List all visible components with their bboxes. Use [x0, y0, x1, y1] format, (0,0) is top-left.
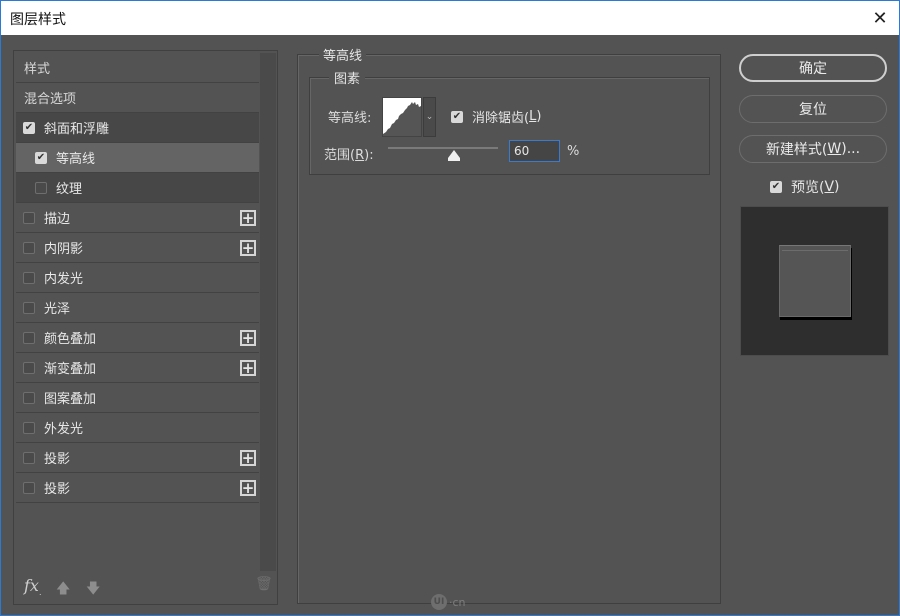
fx-suffix: .: [38, 588, 42, 598]
watermark-logo-icon: UI: [431, 594, 447, 610]
anti-alias-mnemonic: L: [529, 109, 537, 124]
anti-alias-label: 消除锯齿(: [472, 111, 530, 126]
add-effect-plus-icon[interactable]: +: [240, 210, 256, 226]
style-preview-thumbnail: [740, 206, 889, 356]
style-checkbox[interactable]: [23, 391, 35, 404]
new-style-button[interactable]: 新建样式(W)...: [739, 135, 887, 163]
ok-button[interactable]: 确定: [739, 54, 887, 82]
dialog-title: 图层样式: [10, 12, 66, 28]
range-label-text: 范围(: [324, 148, 356, 163]
layer-style-dialog: 图层样式 ✕ 样式混合选项斜面和浮雕等高线纹理描边+内阴影+内发光光泽颜色叠加+…: [0, 0, 900, 616]
new-style-label: 新建样式(: [765, 142, 828, 158]
style-list-item[interactable]: 图案叠加: [16, 383, 259, 413]
style-checkbox[interactable]: [23, 271, 35, 284]
style-item-label: 样式: [24, 62, 51, 77]
preview-label-end: ): [834, 179, 840, 195]
add-effect-plus-icon[interactable]: +: [240, 330, 256, 346]
preview-checkbox[interactable]: 预览(V): [770, 177, 840, 197]
fx-label: fx: [24, 576, 39, 595]
add-effect-plus-icon[interactable]: +: [240, 240, 256, 256]
range-label: 范围(R):: [324, 144, 374, 163]
style-item-label: 颜色叠加: [44, 332, 97, 347]
style-list-item[interactable]: 内发光: [16, 263, 259, 293]
reset-button[interactable]: 复位: [739, 95, 887, 123]
range-slider-thumb[interactable]: [448, 150, 460, 161]
style-item-label: 纹理: [56, 182, 83, 197]
fx-menu-icon[interactable]: fx.: [24, 576, 42, 597]
style-list-item[interactable]: 纹理: [16, 173, 259, 203]
preview-check-icon[interactable]: [770, 181, 782, 193]
anti-alias-check-icon[interactable]: [451, 110, 463, 123]
styles-list-panel: 样式混合选项斜面和浮雕等高线纹理描边 + 内阴影 + 内发光光泽颜色叠加 + 渐变叠加 + 图案…: [13, 50, 278, 605]
style-list-item[interactable]: 外发光: [16, 413, 259, 443]
style-list-item[interactable]: 描边 +: [16, 203, 259, 233]
style-item-label: 外发光: [44, 422, 84, 437]
style-checkbox[interactable]: [23, 121, 35, 134]
preview-label: 预览(: [791, 180, 825, 196]
style-checkbox[interactable]: [23, 421, 35, 434]
contour-group-title: 等高线: [319, 45, 367, 64]
style-list-item[interactable]: 光泽: [16, 293, 259, 323]
chevron-down-icon[interactable]: ⌄: [423, 97, 436, 137]
anti-alias-checkbox[interactable]: 消除锯齿(L): [451, 107, 541, 126]
range-label-end: ):: [364, 148, 374, 163]
style-list-item[interactable]: 颜色叠加 +: [16, 323, 259, 353]
style-checkbox[interactable]: [35, 181, 47, 194]
new-style-label-end: )...: [841, 141, 861, 157]
contour-curve-preview[interactable]: [382, 97, 422, 137]
move-up-icon[interactable]: 🡅: [56, 578, 70, 602]
style-item-label: 斜面和浮雕: [44, 122, 110, 137]
elements-group-title: 图素: [329, 68, 366, 87]
style-checkbox[interactable]: [23, 301, 35, 314]
style-item-label: 内发光: [44, 272, 84, 287]
style-item-label: 光泽: [44, 302, 71, 317]
style-item-label: 混合选项: [24, 92, 77, 107]
style-checkbox[interactable]: [23, 331, 35, 344]
title-bar: 图层样式 ✕: [1, 1, 899, 35]
add-effect-plus-icon[interactable]: +: [240, 450, 256, 466]
watermark-text: ·cn: [449, 595, 466, 609]
add-effect-plus-icon[interactable]: +: [240, 480, 256, 496]
style-checkbox[interactable]: [35, 151, 47, 164]
style-list-item[interactable]: 混合选项: [16, 83, 259, 113]
style-checkbox[interactable]: [23, 241, 35, 254]
style-item-label: 描边: [44, 212, 71, 227]
preview-square: [779, 245, 851, 317]
range-input[interactable]: [509, 140, 560, 162]
style-list-item[interactable]: 内阴影 +: [16, 233, 259, 263]
scrollbar[interactable]: [260, 53, 276, 571]
style-item-label: 投影: [44, 482, 71, 497]
contour-label: 等高线:: [328, 111, 372, 126]
style-list-item[interactable]: 投影 +: [16, 443, 259, 473]
style-list-item[interactable]: 斜面和浮雕: [16, 113, 259, 143]
style-item-label: 内阴影: [44, 242, 84, 257]
style-checkbox[interactable]: [23, 361, 35, 374]
range-slider-track[interactable]: [388, 147, 498, 149]
style-checkbox[interactable]: [23, 481, 35, 494]
close-icon[interactable]: ✕: [869, 7, 891, 29]
add-effect-plus-icon[interactable]: +: [240, 360, 256, 376]
styles-list: 样式混合选项斜面和浮雕等高线纹理描边 + 内阴影 + 内发光光泽颜色叠加 + 渐变叠加 + 图案…: [16, 53, 259, 503]
new-style-mnemonic: W: [827, 141, 842, 157]
style-checkbox[interactable]: [23, 451, 35, 464]
style-checkbox[interactable]: [23, 211, 35, 224]
style-item-label: 渐变叠加: [44, 362, 97, 377]
anti-alias-label-end: ): [536, 109, 542, 124]
style-item-label: 图案叠加: [44, 392, 97, 407]
trash-icon[interactable]: 🗑: [255, 576, 273, 592]
style-list-item[interactable]: 渐变叠加 +: [16, 353, 259, 383]
range-mnemonic: R: [355, 148, 365, 163]
style-item-label: 等高线: [56, 152, 96, 167]
preview-mnemonic: V: [824, 179, 835, 195]
move-down-icon[interactable]: 🡇: [86, 578, 100, 602]
style-list-item[interactable]: 投影 +: [16, 473, 259, 503]
contour-curve-graphic: [383, 102, 421, 136]
style-item-label: 投影: [44, 452, 71, 467]
style-list-item[interactable]: 样式: [16, 53, 259, 83]
style-list-item[interactable]: 等高线: [16, 143, 259, 173]
watermark: UI ·cn: [431, 594, 466, 610]
range-unit: %: [567, 144, 580, 159]
list-footer: fx. 🡅 🡇 🗑: [24, 576, 273, 597]
